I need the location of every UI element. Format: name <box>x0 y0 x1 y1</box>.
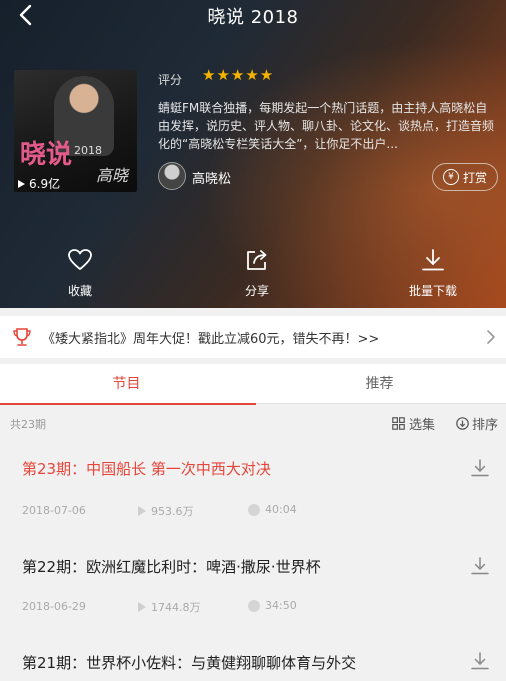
share-label: 分享 <box>244 284 269 298</box>
batch-download-label: 批量下载 <box>408 284 457 298</box>
tab-programs[interactable]: 节目 <box>0 364 256 405</box>
select-label: 选集 <box>409 418 436 433</box>
rating-label: 评分 <box>158 73 183 87</box>
reward-label: 打赏 <box>462 170 487 185</box>
episode-duration: 34:50 <box>248 599 297 612</box>
top-bar: 晓说 2018 <box>0 0 506 30</box>
clock-icon <box>248 599 260 612</box>
tab-recommend[interactable]: 推荐 <box>253 364 506 404</box>
download-icon[interactable] <box>470 458 490 478</box>
select-episodes-button[interactable]: 选集 <box>392 414 435 433</box>
batch-download-button[interactable]: 批量下载 <box>388 248 478 299</box>
share-icon <box>247 250 267 270</box>
episode-plays: 1744.8万 <box>138 599 201 615</box>
album-description[interactable]: 蜻蜓FM联合独播，每期发起一个热门话题，由主持人高晓松自由发挥，说历史、评人物、… <box>158 99 498 153</box>
sort-icon <box>456 417 469 430</box>
episode-title: 第23期：中国船长 第一次中西大对决 <box>22 460 271 478</box>
episode-plays-value: 1744.8万 <box>151 601 201 614</box>
download-icon <box>422 249 444 271</box>
clock-icon <box>248 503 260 516</box>
episode-duration-value: 40:04 <box>265 503 297 516</box>
play-count-icon <box>138 506 146 516</box>
grid-icon <box>392 417 405 430</box>
host-name[interactable]: 高晓松 <box>192 168 231 187</box>
promo-banner[interactable]: 《矮大紧指北》周年大促！戳此立减60元，错失不再！>> <box>0 316 506 358</box>
album-cover[interactable]: 晓说 2018 高晓 <box>14 70 137 192</box>
sort-button[interactable]: 排序 <box>456 414 498 433</box>
cover-logo-text: 晓说 <box>20 140 73 170</box>
promo-text: 《矮大紧指北》周年大促！戳此立减60元，错失不再！>> <box>42 331 380 347</box>
coin-icon: ¥ <box>442 169 459 185</box>
episode-date: 2018-07-06 <box>22 504 86 517</box>
trophy-icon <box>13 328 31 346</box>
episode-count: 共23期 <box>10 418 46 431</box>
download-icon[interactable] <box>470 556 490 576</box>
episode-duration-value: 34:50 <box>265 599 297 612</box>
episode-title: 第21期：世界杯小佐料：与黄健翔聊聊体育与外交 <box>22 654 357 672</box>
episode-duration: 40:04 <box>248 503 297 516</box>
sort-label: 排序 <box>472 418 499 433</box>
tab-bar: 节目 推荐 <box>0 364 506 405</box>
cover-signature: 高晓 <box>96 166 129 185</box>
episode-item[interactable]: 第22期：欧洲红魔比利时：啤酒·撒尿·世界杯 2018-06-29 1744.8… <box>0 540 506 632</box>
play-count-value: 6.9亿 <box>29 177 61 191</box>
cover-logo-year: 2018 <box>74 144 102 157</box>
episode-item[interactable]: 第23期：中国船长 第一次中西大对决 2018-07-06 953.6万 40:… <box>0 440 506 532</box>
play-count-icon <box>138 602 146 612</box>
episode-plays-value: 953.6万 <box>151 505 194 518</box>
episode-plays: 953.6万 <box>138 503 194 519</box>
episode-title: 第22期：欧洲红魔比利时：啤酒·撒尿·世界杯 <box>22 558 321 576</box>
album-play-count: 6.9亿 <box>18 175 60 192</box>
list-header: 共23期 选集 排序 <box>0 406 506 438</box>
favorite-button[interactable]: 收藏 <box>35 248 125 299</box>
host-avatar[interactable] <box>158 162 186 190</box>
play-icon <box>18 180 25 188</box>
share-button[interactable]: 分享 <box>212 248 302 299</box>
album-header: 晓说 2018 晓说 2018 高晓 6.9亿 评分 ★★★★★ 蜻蜓FM联合独… <box>0 0 506 308</box>
favorite-label: 收藏 <box>67 284 92 298</box>
rating-stars: ★★★★★ <box>202 66 275 84</box>
heart-icon <box>68 249 92 270</box>
reward-button[interactable]: ¥ 打赏 <box>432 163 498 191</box>
chevron-right-icon <box>487 330 495 344</box>
episode-date: 2018-06-29 <box>22 600 86 613</box>
page-title: 晓说 2018 <box>207 7 299 28</box>
episode-item[interactable]: 第21期：世界杯小佐料：与黄健翔聊聊体育与外交 <box>0 640 506 681</box>
download-icon[interactable] <box>470 651 490 671</box>
